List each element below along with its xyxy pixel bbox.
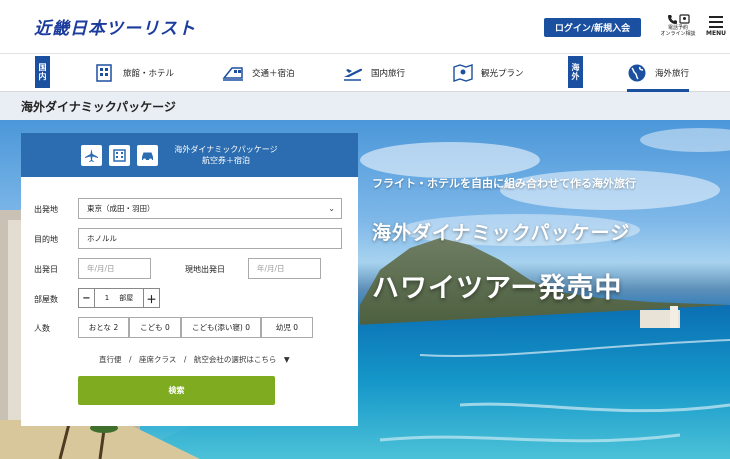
hamburger-icon <box>709 16 723 28</box>
people-label: 人数 <box>34 324 50 333</box>
plane-icon <box>344 68 363 81</box>
nav-label-domestic-travel: 国内旅行 <box>371 69 406 79</box>
infant-count-select[interactable]: 幼児 0 <box>261 317 313 338</box>
adult-count-select[interactable]: おとな 2 <box>78 317 129 338</box>
category-nav: 国内 旅館・ホテル 交通＋宿泊 国内旅行 観光プラン 海外 海外旅行 <box>0 55 730 92</box>
hotel-tab-icon[interactable] <box>109 145 130 166</box>
rooms-minus-button[interactable]: − <box>79 289 94 307</box>
nav-item-transport-stay[interactable]: 交通＋宿泊 <box>222 55 295 91</box>
search-button[interactable]: 検索 <box>78 376 275 405</box>
depart-date-label: 出発日 <box>34 265 58 274</box>
flight-tab-icon[interactable] <box>81 145 102 166</box>
nav-label-sightseeing: 観光プラン <box>481 69 524 79</box>
site-logo[interactable]: 近畿日本ツーリスト <box>34 14 196 39</box>
departure-select[interactable]: 東京（成田・羽田） ⌄ <box>78 198 342 219</box>
hero-headline: ハワイツアー発売中 <box>372 273 623 304</box>
page-title: 海外ダイナミックパッケージ <box>21 100 176 114</box>
rooms-plus-button[interactable]: ＋ <box>144 289 159 307</box>
chevron-down-icon: ⌄ <box>328 204 335 213</box>
rooms-unit: 部屋 <box>119 294 134 302</box>
hero-subtitle: フライト・ホテルを自由に組み合わせて作る海外旅行 <box>372 177 636 190</box>
departure-value: 東京（成田・羽田） <box>87 204 155 213</box>
overseas-tag: 海外 <box>568 56 583 88</box>
rooms-label: 部屋数 <box>34 295 58 304</box>
nav-label-hotel: 旅館・ホテル <box>123 69 175 79</box>
search-panel-header: 海外ダイナミックパッケージ 航空券＋宿泊 <box>21 133 358 177</box>
departure-label: 出発地 <box>34 205 58 214</box>
destination-value: ホノルル <box>87 234 117 243</box>
nav-item-domestic-travel[interactable]: 国内旅行 <box>343 55 405 91</box>
page-title-bar: 海外ダイナミックパッケージ <box>0 92 730 120</box>
search-panel-title: 海外ダイナミックパッケージ 航空券＋宿泊 <box>151 144 301 166</box>
search-panel-title-line2: 航空券＋宿泊 <box>202 156 250 165</box>
nav-label-transport-stay: 交通＋宿泊 <box>252 69 295 79</box>
menu-button[interactable]: MENU <box>704 16 728 37</box>
train-icon <box>222 67 243 81</box>
depart-date-input[interactable]: 年/月/日 <box>78 258 151 279</box>
rooms-value: 1 <box>104 294 110 302</box>
login-button[interactable]: ログイン/新規入会 <box>544 18 641 37</box>
search-panel: 海外ダイナミックパッケージ 航空券＋宿泊 出発地 東京（成田・羽田） ⌄ 目的地… <box>21 133 358 426</box>
phone-reservation-button[interactable]: 電話予約 オンライン相談 <box>660 14 696 37</box>
phone-label-2: オンライン相談 <box>660 31 696 37</box>
nav-label-overseas-travel: 海外旅行 <box>655 69 690 79</box>
child-count-select[interactable]: こども 0 <box>129 317 181 338</box>
local-depart-date-label: 現地出発日 <box>185 265 225 274</box>
building-icon <box>113 149 126 162</box>
flight-options-toggle[interactable]: 直行便 / 座席クラス / 航空会社の選択はこちら ▼ <box>99 354 290 365</box>
depart-date-placeholder: 年/月/日 <box>87 264 115 273</box>
local-depart-date-placeholder: 年/月/日 <box>257 264 285 273</box>
rooms-value-box: 1 部屋 <box>94 289 144 307</box>
airplane-icon <box>85 149 98 162</box>
menu-label: MENU <box>706 30 726 37</box>
hotel-icon <box>96 64 112 82</box>
domestic-tag: 国内 <box>35 56 50 88</box>
rooms-stepper: − 1 部屋 ＋ <box>78 288 160 308</box>
nav-item-overseas-travel[interactable]: 海外旅行 <box>627 55 690 92</box>
nav-item-hotel[interactable]: 旅館・ホテル <box>95 55 174 91</box>
phone-icon <box>668 14 690 24</box>
site-header: 近畿日本ツーリスト ログイン/新規入会 電話予約 オンライン相談 MENU <box>0 0 730 54</box>
destination-label: 目的地 <box>34 235 58 244</box>
globe-icon <box>628 64 646 82</box>
destination-input[interactable]: ホノルル <box>78 228 342 249</box>
child-no-bed-count-select[interactable]: こども(添い寝) 0 <box>181 317 261 338</box>
map-icon <box>453 64 473 82</box>
hero-title: 海外ダイナミックパッケージ <box>372 222 631 244</box>
search-panel-title-line1: 海外ダイナミックパッケージ <box>174 145 278 154</box>
local-depart-date-input[interactable]: 年/月/日 <box>248 258 321 279</box>
nav-item-sightseeing[interactable]: 観光プラン <box>453 55 524 91</box>
